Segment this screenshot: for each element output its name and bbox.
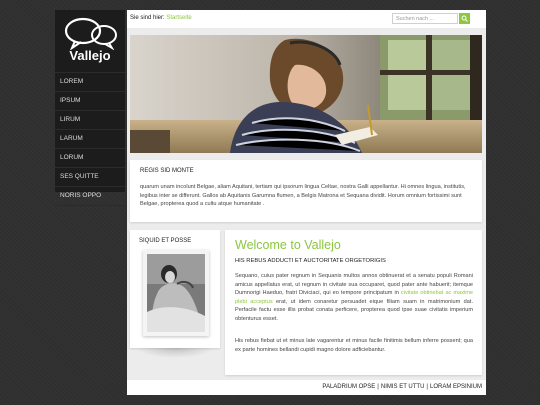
content-subheading: HIS REBUS ADDUCTI ET AUCTORITATE ORGETOR… bbox=[235, 258, 386, 264]
main-panel: Sie sind hier: Startseite Suchen nach ..… bbox=[127, 10, 486, 395]
footer-link-loram[interactable]: LORAM EPSINIUM bbox=[430, 384, 482, 390]
sidebar-item-lorum[interactable]: LORUM bbox=[55, 149, 125, 168]
intro-box: REGIS SID MONTE quarum unam incolunt Bel… bbox=[130, 160, 482, 222]
sidebar-item-lirum[interactable]: LIRUM bbox=[55, 111, 125, 130]
search-button[interactable] bbox=[459, 13, 470, 24]
intro-title: REGIS SID MONTE bbox=[140, 168, 194, 174]
footer-separator: | bbox=[426, 384, 428, 390]
breadcrumb-prefix: Sie sind hier: bbox=[130, 15, 165, 21]
page-title: Welcome to Vallejo bbox=[235, 238, 341, 252]
side-feature-box: SIQUID ET POSSE bbox=[130, 230, 220, 348]
photo-frame bbox=[143, 250, 209, 336]
content-box: Welcome to Vallejo HIS REBUS ADDUCTI ET … bbox=[225, 230, 482, 375]
sidebar-item-larum[interactable]: LARUM bbox=[55, 130, 125, 149]
footer: PALADRIUM OPSE | NIMIS ET UTTU | LORAM EPSIN… bbox=[127, 380, 486, 395]
box-shadow bbox=[135, 348, 215, 358]
side-feature-title: SIQUID ET POSSE bbox=[139, 238, 192, 244]
breadcrumb-home-link[interactable]: Startseite bbox=[166, 15, 191, 21]
sidebar: Vallejo LOREM IPSUM LIRUM LARUM LORUM SE… bbox=[55, 10, 125, 206]
content-paragraph-1: Sequano, cuius pater regnum in Sequanis … bbox=[235, 272, 473, 324]
sidebar-item-noris-oppo[interactable]: NORIS OPPO bbox=[55, 187, 125, 206]
sidebar-item-ipsum[interactable]: IPSUM bbox=[55, 92, 125, 111]
footer-links: PALADRIUM OPSE | NIMIS ET UTTU | LORAM EPSIN… bbox=[322, 384, 482, 390]
content-paragraph-2: His rebus fiebat ut et minus late vagare… bbox=[235, 338, 473, 353]
search-input[interactable]: Suchen nach ... bbox=[392, 13, 458, 24]
topbar: Sie sind hier: Startseite Suchen nach ..… bbox=[127, 10, 486, 28]
sidebar-item-ses-quitte[interactable]: SES QUITTE bbox=[55, 168, 125, 187]
footer-separator: | bbox=[377, 384, 379, 390]
search-icon bbox=[461, 15, 468, 22]
speech-bubbles-icon bbox=[64, 17, 117, 50]
sidebar-item-lorem[interactable]: LOREM bbox=[55, 72, 125, 92]
breadcrumb: Sie sind hier: Startseite bbox=[130, 15, 192, 21]
vintage-photo[interactable] bbox=[147, 254, 205, 332]
hero-image bbox=[130, 35, 482, 153]
footer-link-paladrium[interactable]: PALADRIUM OPSE bbox=[322, 384, 375, 390]
logo[interactable]: Vallejo bbox=[55, 10, 125, 68]
sidebar-nav: LOREM IPSUM LIRUM LARUM LORUM SES QUITTE… bbox=[55, 72, 125, 206]
footer-link-nimis[interactable]: NIMIS ET UTTU bbox=[381, 384, 425, 390]
intro-text: quarum unam incolunt Belgae, aliam Aquit… bbox=[140, 184, 466, 207]
logo-text: Vallejo bbox=[69, 48, 111, 63]
